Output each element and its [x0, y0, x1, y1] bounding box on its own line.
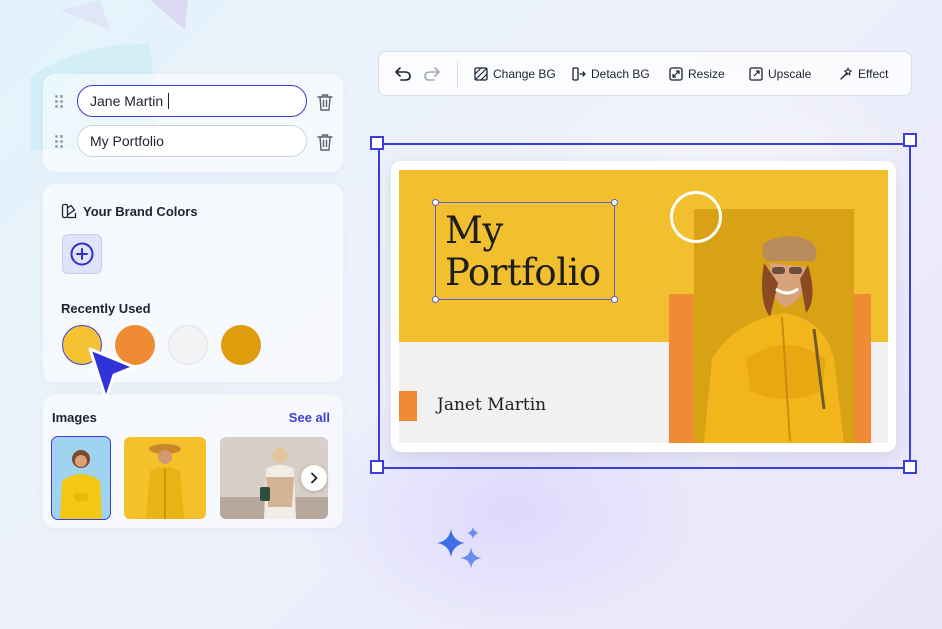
- add-color-button[interactable]: [62, 234, 102, 274]
- orange-accent-bar: [669, 294, 695, 443]
- change-bg-icon: [474, 67, 488, 81]
- drag-handle-icon[interactable]: [55, 135, 65, 149]
- detach-bg-icon: [572, 67, 586, 81]
- resize-handle-top-right[interactable]: [903, 133, 917, 147]
- text-layers-panel: Jane Martin My Portfolio: [43, 74, 343, 172]
- color-swatch-mustard[interactable]: [221, 325, 261, 365]
- brand-colors-heading: Your Brand Colors: [61, 203, 198, 219]
- undo-icon[interactable]: [394, 66, 412, 82]
- resize-handle-bottom-right[interactable]: [903, 460, 917, 474]
- text-box-handle[interactable]: [432, 296, 439, 303]
- chevron-right-icon: [311, 472, 318, 484]
- change-bg-button[interactable]: Change BG: [474, 64, 556, 84]
- toolbar-divider: [457, 61, 458, 88]
- effect-button[interactable]: Effect: [839, 64, 888, 84]
- detach-bg-button[interactable]: Detach BG: [572, 64, 650, 84]
- recently-used-label: Recently Used: [61, 301, 151, 316]
- orange-accent-tab: [399, 391, 417, 421]
- text-box-handle[interactable]: [611, 296, 618, 303]
- text-box-handle[interactable]: [611, 199, 618, 206]
- resize-handle-bottom-left[interactable]: [370, 460, 384, 474]
- trash-icon[interactable]: [317, 93, 333, 111]
- portfolio-title[interactable]: My Portfolio: [445, 210, 601, 294]
- image-thumbnail[interactable]: [51, 436, 111, 520]
- portfolio-design-card[interactable]: My Portfolio Janet Martin: [391, 161, 896, 452]
- resize-icon: [669, 67, 683, 81]
- images-heading: Images: [52, 410, 97, 425]
- plus-circle-icon: [70, 242, 94, 266]
- images-panel: Images See all: [43, 395, 343, 528]
- upscale-icon: [749, 67, 763, 81]
- color-swatch-light-gray[interactable]: [168, 325, 208, 365]
- resize-button[interactable]: Resize: [669, 64, 725, 84]
- redo-icon[interactable]: [423, 66, 441, 82]
- portfolio-subtitle[interactable]: Janet Martin: [437, 395, 546, 415]
- resize-handle-top-left[interactable]: [370, 136, 384, 150]
- sparkle-icon: [437, 527, 482, 569]
- trash-icon[interactable]: [317, 133, 333, 151]
- see-all-link[interactable]: See all: [289, 410, 330, 425]
- drag-handle-icon[interactable]: [55, 95, 65, 109]
- upscale-button[interactable]: Upscale: [749, 64, 811, 84]
- text-caret: [168, 93, 170, 109]
- decorative-ring: [670, 191, 722, 243]
- palette-icon: [61, 203, 77, 219]
- text-box-handle[interactable]: [432, 199, 439, 206]
- image-thumbnail[interactable]: [124, 437, 206, 519]
- orange-accent-bar: [853, 294, 871, 443]
- next-images-button[interactable]: [301, 465, 327, 491]
- title-text-field[interactable]: My Portfolio: [77, 125, 307, 157]
- magic-wand-icon: [840, 67, 852, 80]
- portfolio-photo[interactable]: [694, 209, 854, 443]
- image-edit-toolbar: Change BG Detach BG Resize Upscale Effec…: [378, 51, 912, 96]
- name-text-field[interactable]: Jane Martin: [77, 85, 307, 117]
